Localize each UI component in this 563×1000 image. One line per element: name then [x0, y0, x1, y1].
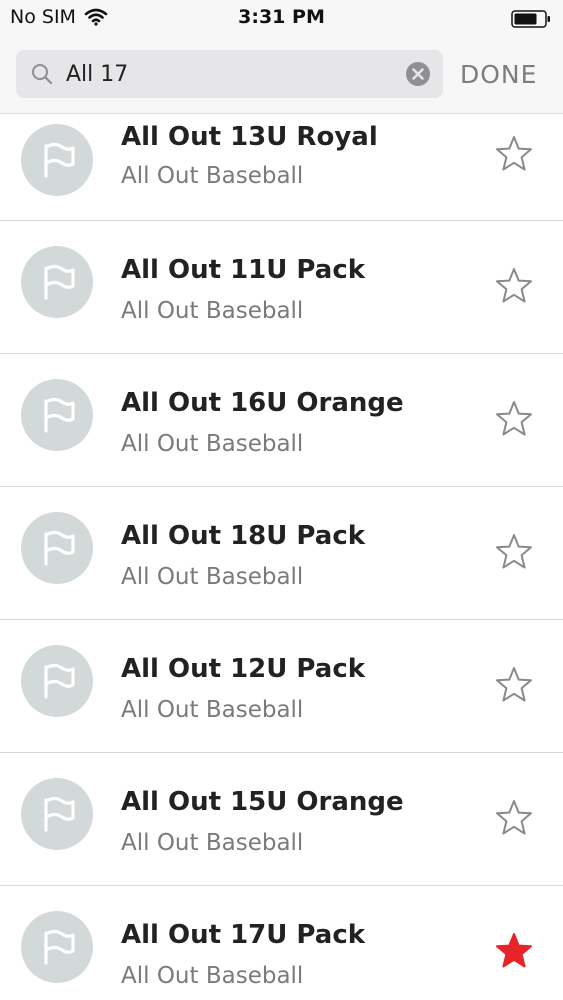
flag-icon — [44, 530, 75, 566]
team-avatar — [21, 246, 93, 318]
star-icon — [496, 400, 532, 435]
team-name: All Out 17U Pack — [121, 920, 366, 950]
star-icon — [496, 135, 532, 170]
flag-icon — [44, 397, 75, 433]
list-item[interactable]: All Out 13U Royal All Out Baseball — [0, 114, 563, 221]
favorite-button[interactable] — [492, 797, 536, 841]
clear-icon[interactable] — [405, 61, 431, 87]
flag-icon — [44, 264, 75, 300]
favorite-button[interactable] — [492, 531, 536, 575]
list-item[interactable]: All Out 15U Orange All Out Baseball — [0, 753, 563, 886]
status-time: 3:31 PM — [238, 6, 325, 28]
star-icon — [496, 666, 532, 701]
flag-icon — [44, 142, 75, 178]
status-bar: No SIM 3:31 PM — [0, 0, 563, 38]
list-item[interactable]: All Out 12U Pack All Out Baseball — [0, 620, 563, 753]
team-name: All Out 16U Orange — [121, 388, 404, 418]
team-avatar — [21, 911, 93, 983]
team-organization: All Out Baseball — [121, 163, 304, 189]
team-name: All Out 12U Pack — [121, 654, 366, 684]
search-field[interactable] — [16, 50, 443, 98]
list-item[interactable]: All Out 18U Pack All Out Baseball — [0, 487, 563, 620]
star-icon — [496, 799, 532, 834]
search-input[interactable] — [66, 56, 396, 92]
team-organization: All Out Baseball — [121, 298, 304, 324]
team-avatar — [21, 124, 93, 196]
favorite-button[interactable] — [492, 398, 536, 442]
star-icon — [496, 533, 532, 568]
search-icon — [32, 64, 53, 85]
team-organization: All Out Baseball — [121, 564, 304, 590]
team-name: All Out 18U Pack — [121, 521, 366, 551]
results-list: All Out 13U Royal All Out Baseball All Out… — [0, 114, 563, 1000]
team-organization: All Out Baseball — [121, 830, 304, 856]
team-organization: All Out Baseball — [121, 431, 304, 457]
favorite-button[interactable] — [492, 930, 536, 974]
team-organization: All Out Baseball — [121, 697, 304, 723]
flag-icon — [44, 663, 75, 699]
favorite-button[interactable] — [492, 664, 536, 708]
team-avatar — [21, 512, 93, 584]
star-icon — [496, 932, 532, 967]
list-item[interactable]: All Out 17U Pack All Out Baseball — [0, 886, 563, 1000]
flag-icon — [44, 796, 75, 832]
battery-icon — [511, 10, 550, 28]
favorite-button[interactable] — [492, 133, 536, 177]
star-icon — [496, 267, 532, 302]
team-organization: All Out Baseball — [121, 963, 304, 989]
team-avatar — [21, 778, 93, 850]
search-header: DONE — [0, 38, 563, 114]
done-button[interactable]: DONE — [460, 60, 537, 89]
team-avatar — [21, 379, 93, 451]
team-avatar — [21, 645, 93, 717]
list-item[interactable]: All Out 16U Orange All Out Baseball — [0, 354, 563, 487]
favorite-button[interactable] — [492, 265, 536, 309]
team-name: All Out 15U Orange — [121, 787, 404, 817]
team-name: All Out 11U Pack — [121, 255, 366, 285]
team-name: All Out 13U Royal — [121, 122, 378, 152]
list-item[interactable]: All Out 11U Pack All Out Baseball — [0, 221, 563, 354]
flag-icon — [44, 929, 75, 965]
